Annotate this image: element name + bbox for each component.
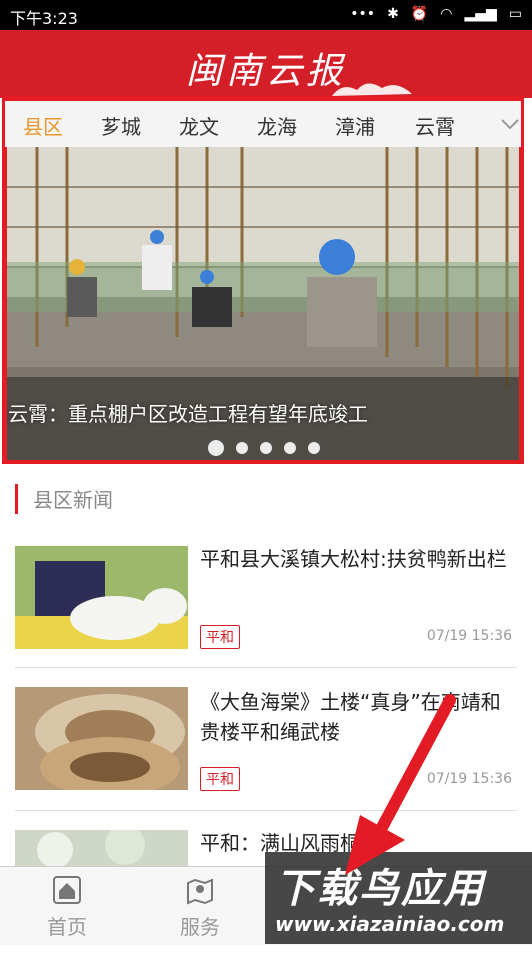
carousel-dot <box>236 442 248 454</box>
nav-home-label: 首页 <box>47 915 87 939</box>
news-tag: 平和 <box>200 767 240 791</box>
carousel-indicator <box>208 440 320 456</box>
carousel-dot <box>260 442 272 454</box>
news-time: 07/19 15:36 <box>426 628 512 644</box>
annotation-arrow-icon <box>345 694 456 875</box>
battery-icon: ▭ <box>508 6 522 22</box>
tab-xianqu[interactable]: 县区 <box>23 111 63 140</box>
more-dots-icon: ••• <box>350 6 376 22</box>
news-tag: 平和 <box>200 625 240 649</box>
status-bar: 下午3:23 ••• ✱ ⏰ ◠ ▂▄▆ ▭ <box>0 0 532 30</box>
app-title: 闽南云报 <box>185 51 346 92</box>
tab-yunxiao[interactable]: 云霄 <box>415 111 455 140</box>
tab-longwen[interactable]: 龙文 <box>179 111 219 140</box>
carousel-dot <box>208 440 224 456</box>
carousel-dot <box>284 442 296 454</box>
app-header: 闽南云报 <box>0 30 532 98</box>
status-time: 下午3:23 <box>10 9 78 28</box>
news-thumbnail <box>15 687 188 790</box>
status-icons: ••• ✱ ⏰ ◠ ▂▄▆ ▭ <box>350 6 522 22</box>
county-tab-bar: 县区 芗城 龙文 龙海 漳浦 云霄 <box>5 101 521 147</box>
map-pin-icon <box>187 878 213 905</box>
bluetooth-icon: ✱ <box>387 6 399 22</box>
wifi-icon: ◠ <box>440 6 453 22</box>
nav-home[interactable]: 首页 <box>12 875 122 940</box>
section-title: 县区新闻 <box>33 488 113 512</box>
news-thumbnail <box>15 546 188 649</box>
nav-service[interactable]: 服务 <box>145 875 255 940</box>
carousel-dot <box>308 442 320 454</box>
alarm-icon: ⏰ <box>410 6 429 22</box>
news-title: 平和县大溪镇大松村:扶贫鸭新出栏 <box>200 547 507 571</box>
tab-longhai[interactable]: 龙海 <box>257 111 297 140</box>
home-icon <box>53 876 81 904</box>
tab-zhangpu[interactable]: 漳浦 <box>335 111 375 140</box>
watermark-url: www.xiazainiao.com <box>275 912 505 936</box>
divider <box>15 667 517 668</box>
nav-service-label: 服务 <box>180 915 220 939</box>
chevron-down-icon[interactable] <box>499 113 521 135</box>
tab-xiangcheng[interactable]: 芗城 <box>101 111 141 140</box>
banner-caption[interactable]: 云霄：重点棚户区改造工程有望年底竣工 <box>8 398 368 427</box>
section-accent-bar <box>15 484 18 514</box>
news-item[interactable]: 平和县大溪镇大松村:扶贫鸭新出栏 平和 07/19 15:36 <box>0 540 532 680</box>
signal-icon: ▂▄▆ <box>464 6 497 22</box>
news-thumbnail <box>15 830 188 870</box>
